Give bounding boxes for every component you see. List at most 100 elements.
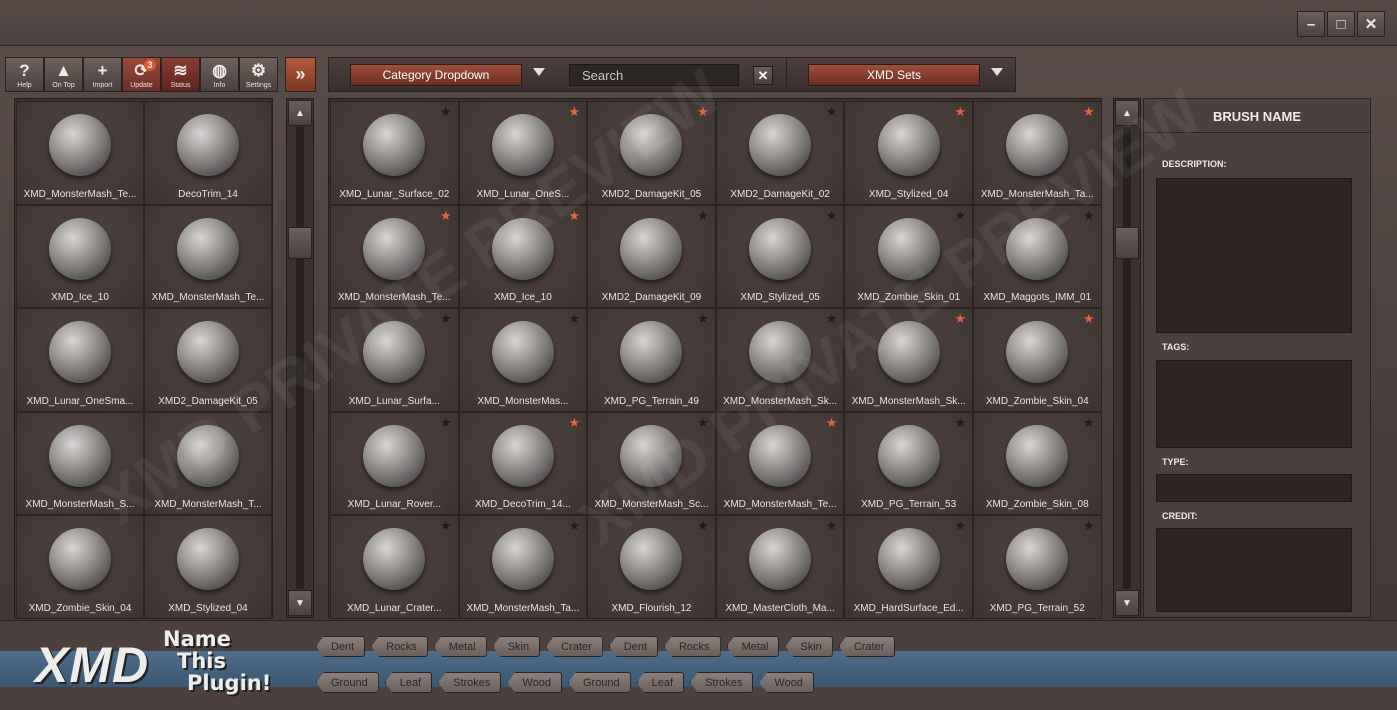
sets-dropdown[interactable]: XMD Sets [808, 64, 980, 86]
expand-button[interactable]: » [285, 57, 316, 92]
description-field[interactable] [1156, 178, 1352, 333]
tag-chip[interactable]: Skin [785, 636, 833, 657]
credit-field[interactable] [1156, 528, 1352, 612]
brush-tile[interactable]: XMD_PG_Terrain_52 ★ [972, 515, 1102, 619]
brush-tile[interactable]: XMD2_DamageKit_09 ★ [587, 204, 716, 308]
tag-chip[interactable]: Strokes [438, 672, 502, 693]
help-button[interactable]: ? Help [5, 57, 44, 92]
type-field[interactable] [1156, 474, 1352, 502]
brush-tile[interactable]: XMD_Zombie_Skin_04 ★ [972, 308, 1102, 412]
favorite-star-icon[interactable]: ★ [569, 209, 581, 222]
favorite-star-icon[interactable]: ★ [1083, 209, 1095, 222]
brush-tile[interactable]: XMD_MonsterMas... ★ [458, 308, 588, 412]
tag-chip[interactable]: Ground [316, 672, 379, 693]
favorite-star-icon[interactable]: ★ [697, 312, 709, 325]
brush-tile[interactable]: XMD_Lunar_OneS... ★ [458, 101, 588, 205]
status-button[interactable]: ≋ Status [161, 57, 200, 92]
tag-chip[interactable]: Rocks [371, 636, 428, 657]
tag-chip[interactable]: Wood [507, 672, 562, 693]
favorite-star-icon[interactable]: ★ [1083, 416, 1095, 429]
brush-tile[interactable]: XMD_MonsterMash_Sk... ★ [844, 308, 973, 412]
brush-tile[interactable]: XMD2_DamageKit_02 ★ [715, 101, 845, 205]
tag-chip[interactable]: Rocks [663, 636, 721, 657]
tags-field[interactable] [1156, 360, 1352, 448]
info-button[interactable]: ◍ Info [200, 57, 239, 92]
tag-chip[interactable]: Metal [726, 636, 780, 657]
scroll-track[interactable] [296, 127, 304, 589]
brush-tile[interactable]: XMD_MonsterMash_Sk... ★ [715, 308, 845, 412]
search-input[interactable]: Search [569, 64, 739, 86]
favorite-star-icon[interactable]: ★ [826, 519, 838, 532]
tag-chip[interactable]: Wood [759, 672, 814, 693]
tag-chip[interactable]: Crater [546, 636, 603, 657]
maximize-button[interactable]: □ [1327, 11, 1355, 37]
scroll-down-button[interactable]: ▼ [1115, 590, 1139, 616]
brush-tile[interactable]: XMD_Zombie_Skin_01 ★ [844, 204, 973, 308]
favorite-star-icon[interactable]: ★ [1083, 519, 1095, 532]
favorite-star-icon[interactable]: ★ [826, 209, 838, 222]
category-chevron-down-icon[interactable] [533, 68, 545, 76]
brush-tile[interactable]: XMD_Zombie_Skin_08 ★ [972, 411, 1102, 515]
clear-search-button[interactable]: ✕ [753, 66, 773, 85]
brush-tile[interactable]: XMD_MonsterMash_Te... [16, 101, 144, 205]
brush-tile[interactable]: XMD_MonsterMash_Ta... ★ [972, 101, 1102, 205]
update-button[interactable]: ⟳ Update 3 [122, 57, 161, 92]
favorite-star-icon[interactable]: ★ [1083, 312, 1095, 325]
minimize-button[interactable]: – [1297, 11, 1325, 37]
tag-chip[interactable]: Dent [316, 636, 366, 657]
brush-tile[interactable]: XMD_PG_Terrain_53 ★ [844, 411, 973, 515]
brush-tile[interactable]: XMD_HardSurface_Ed... ★ [844, 515, 973, 619]
favorite-star-icon[interactable]: ★ [569, 105, 581, 118]
favorite-star-icon[interactable]: ★ [697, 416, 709, 429]
brush-tile[interactable]: XMD_MonsterMash_Te... ★ [715, 411, 845, 515]
on-top-button[interactable]: ▲ On Top [44, 57, 83, 92]
tag-chip[interactable]: Metal [433, 636, 487, 657]
favorite-star-icon[interactable]: ★ [954, 416, 966, 429]
left-scrollbar[interactable]: ▲ ▼ [286, 98, 314, 618]
brush-tile[interactable]: XMD_MasterCloth_Ma... ★ [715, 515, 845, 619]
favorite-star-icon[interactable]: ★ [440, 209, 452, 222]
favorite-star-icon[interactable]: ★ [826, 416, 838, 429]
favorite-star-icon[interactable]: ★ [826, 312, 838, 325]
tag-chip[interactable]: Dent [608, 636, 658, 657]
favorite-star-icon[interactable]: ★ [569, 416, 581, 429]
brush-tile[interactable]: XMD_Maggots_IMM_01 ★ [972, 204, 1102, 308]
scroll-thumb[interactable] [288, 227, 312, 259]
brush-tile[interactable]: XMD_Stylized_04 ★ [844, 101, 973, 205]
favorite-star-icon[interactable]: ★ [954, 519, 966, 532]
brush-tile[interactable]: XMD_MonsterMash_Sc... ★ [587, 411, 716, 515]
favorite-star-icon[interactable]: ★ [1083, 105, 1095, 118]
favorite-star-icon[interactable]: ★ [954, 209, 966, 222]
brush-tile[interactable]: XMD_Ice_10 [16, 204, 144, 308]
scroll-up-button[interactable]: ▲ [288, 100, 312, 126]
favorite-star-icon[interactable]: ★ [697, 105, 709, 118]
favorite-star-icon[interactable]: ★ [826, 105, 838, 118]
brush-tile[interactable]: XMD_Lunar_Crater... ★ [330, 515, 459, 619]
brush-tile[interactable]: XMD_Lunar_Surfa... ★ [330, 308, 459, 412]
tag-chip[interactable]: Strokes [690, 672, 754, 693]
brush-tile[interactable]: XMD_Lunar_Surface_02 ★ [330, 101, 459, 205]
scroll-down-button[interactable]: ▼ [288, 590, 312, 616]
favorite-star-icon[interactable]: ★ [440, 519, 452, 532]
scroll-thumb[interactable] [1115, 227, 1139, 259]
category-dropdown[interactable]: Category Dropdown [350, 64, 522, 86]
brush-tile[interactable]: XMD_Flourish_12 ★ [587, 515, 716, 619]
favorite-star-icon[interactable]: ★ [697, 209, 709, 222]
brush-tile[interactable]: XMD_DecoTrim_14... ★ [458, 411, 588, 515]
brush-tile[interactable]: XMD_Ice_10 ★ [458, 204, 588, 308]
main-scrollbar[interactable]: ▲ ▼ [1113, 98, 1141, 618]
favorite-star-icon[interactable]: ★ [569, 312, 581, 325]
tag-chip[interactable]: Crater [838, 636, 896, 657]
sets-chevron-down-icon[interactable] [991, 68, 1003, 76]
brush-tile[interactable]: XMD_Zombie_Skin_04 [16, 515, 144, 619]
favorite-star-icon[interactable]: ★ [569, 519, 581, 532]
brush-tile[interactable]: XMD_Stylized_05 ★ [715, 204, 845, 308]
tag-chip[interactable]: Ground [567, 672, 631, 693]
favorite-star-icon[interactable]: ★ [954, 312, 966, 325]
scroll-track[interactable] [1123, 127, 1131, 589]
scroll-up-button[interactable]: ▲ [1115, 100, 1139, 126]
favorite-star-icon[interactable]: ★ [440, 312, 452, 325]
tag-chip[interactable]: Leaf [384, 672, 433, 693]
brush-tile[interactable]: XMD_MonsterMash_Ta... ★ [458, 515, 588, 619]
brush-tile[interactable]: XMD_MonsterMash_Te... ★ [330, 204, 459, 308]
